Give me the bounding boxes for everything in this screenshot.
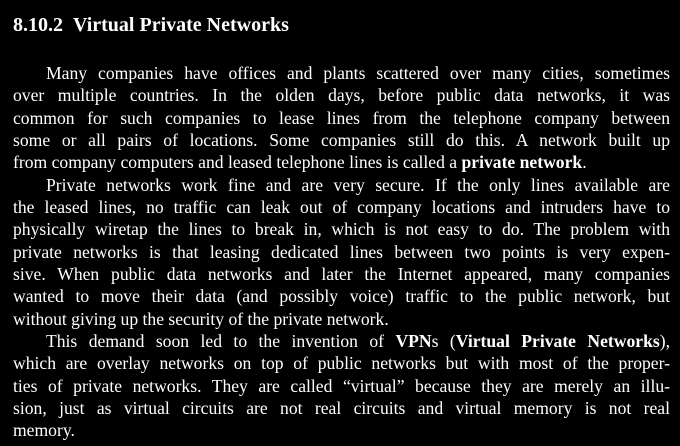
paragraph-3-line: sion, just as virtual circuits are not r…: [13, 397, 670, 418]
paragraph-1-line: common for such companies to lease lines…: [13, 107, 670, 128]
section-heading: 8.10.2 Virtual Private Networks: [13, 13, 289, 37]
paragraph-2-line: Private networks work fine and are very …: [46, 174, 670, 195]
paragraph-1-line: over multiple countries. In the olden da…: [13, 85, 670, 106]
bold-term: private network: [461, 152, 583, 173]
bold-term: VPN: [395, 330, 432, 351]
paragraph-2-line: physically wiretap the lines to break in…: [13, 219, 670, 240]
paragraph-2-line: the leased lines, no traffic can leak ou…: [13, 196, 670, 217]
bold-term: Virtual Private Networks: [455, 330, 660, 351]
paragraph-3-line: which are overlay networks on top of pub…: [13, 353, 670, 374]
paragraph-1-line: some or all pairs of locations. Some com…: [13, 129, 670, 150]
paragraph-1-line: Many companies have offices and plants s…: [46, 63, 670, 83]
paragraph-2-line: without giving up the security of the pr…: [13, 308, 389, 329]
paragraph-2-line: sive. When public data networks and late…: [13, 263, 670, 284]
paragraph-2-line: private networks is that leasing dedicat…: [13, 241, 670, 262]
paragraph-3-line: This demand soon led to the invention of…: [46, 330, 670, 351]
paragraph-3-line: ties of private networks. They are calle…: [13, 375, 670, 396]
section-number: 8.10.2: [13, 14, 63, 36]
section-title: Virtual Private Networks: [73, 14, 289, 36]
paragraph-1-line: from company computers and leased teleph…: [13, 152, 587, 173]
paragraph-2-line: wanted to move their data (and possibly …: [13, 286, 670, 307]
paragraph-3-line: memory.: [13, 420, 75, 441]
